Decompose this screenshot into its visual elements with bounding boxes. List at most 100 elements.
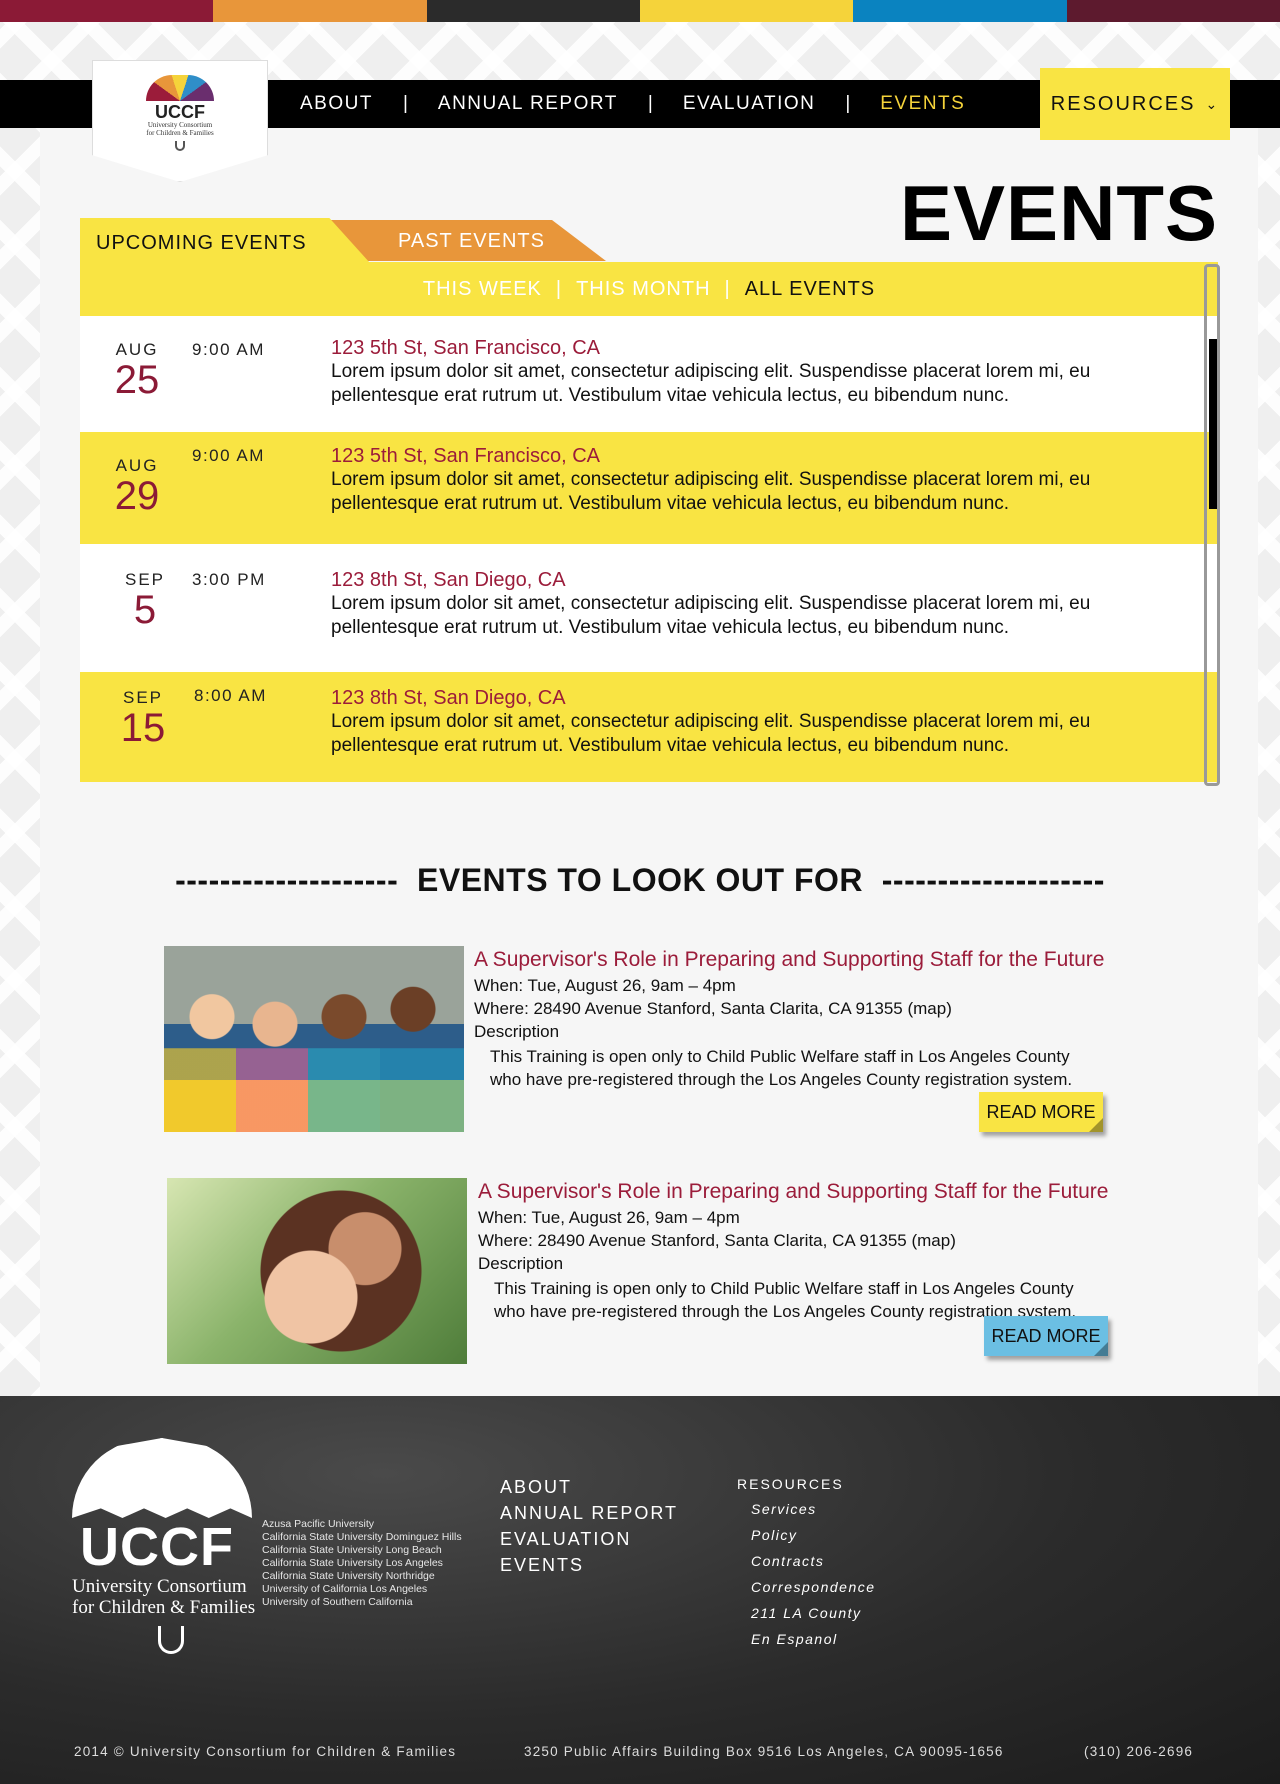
featured-event-description-label: Description (478, 1254, 564, 1273)
brand-stripe-segment (1066, 0, 1280, 22)
section-heading-lookout: -------------------- EVENTS TO LOOK OUT … (175, 862, 1105, 898)
nav-separator: | (402, 93, 408, 114)
umbrella-icon (72, 1438, 252, 1518)
footer-nav-evaluation[interactable]: EVALUATION (500, 1526, 678, 1552)
event-address[interactable]: 123 5th St, San Francisco, CA (331, 444, 1191, 468)
footer-resource-en-espanol[interactable]: En Espanol (737, 1626, 876, 1652)
nav-item-about[interactable]: ABOUT (300, 93, 373, 115)
featured-event-when: When: Tue, August 26, 9am – 4pm (474, 976, 736, 995)
nav-separator: | (647, 93, 653, 114)
event-photo (167, 1178, 467, 1364)
member-universities-list: Azusa Pacific University California Stat… (262, 1518, 462, 1609)
footer-logo-subtitle: University Consortium for Children & Fam… (72, 1576, 256, 1618)
filter-all-events[interactable]: ALL EVENTS (745, 278, 875, 301)
resources-dropdown-button[interactable]: RESOURCES ⌄ (1040, 68, 1230, 140)
read-more-button[interactable]: READ MORE (979, 1092, 1103, 1132)
event-day: 15 (120, 706, 166, 750)
event-list-scrollbar[interactable] (1204, 264, 1220, 786)
umbrella-handle-icon (158, 1626, 184, 1654)
event-date: AUG 25 (92, 340, 182, 400)
event-month: AUG (115, 340, 159, 359)
footer-resource-contracts[interactable]: Contracts (737, 1548, 876, 1574)
event-row[interactable]: SEP 5 3:00 PM 123 8th St, San Diego, CA … (80, 544, 1218, 666)
read-more-button[interactable]: READ MORE (984, 1316, 1108, 1356)
event-body: 123 8th St, San Diego, CA Lorem ipsum do… (331, 568, 1191, 640)
nav-item-evaluation[interactable]: EVALUATION (683, 93, 816, 115)
event-filter-bar: THIS WEEK | THIS MONTH | ALL EVENTS (80, 262, 1218, 316)
nav-item-annual-report[interactable]: ANNUAL REPORT (438, 93, 618, 115)
event-tabs: PAST EVENTS UPCOMING EVENTS (80, 218, 1220, 263)
event-day: 25 (114, 358, 160, 402)
footer-phone: (310) 206-2696 (1084, 1744, 1194, 1759)
footer-nav-annual-report[interactable]: ANNUAL REPORT (500, 1500, 678, 1526)
university-item: California State University Dominguez Hi… (262, 1531, 462, 1543)
event-date: AUG 29 (92, 456, 182, 516)
featured-event-description: This Training is open only to Child Publ… (490, 1047, 1073, 1089)
footer-resource-211-la-county[interactable]: 211 LA County (737, 1600, 876, 1626)
site-footer: UCCF University Consortium for Children … (0, 1396, 1280, 1784)
logo-subtitle: University Consortium for Children & Fam… (146, 121, 214, 137)
event-time: 3:00 PM (192, 570, 266, 589)
event-month: SEP (122, 688, 164, 707)
footer-nav: ABOUT ANNUAL REPORT EVALUATION EVENTS (500, 1474, 678, 1578)
event-description: Lorem ipsum dolor sit amet, consectetur … (331, 361, 1091, 406)
umbrella-icon (146, 75, 214, 101)
event-date: SEP 15 (98, 688, 188, 748)
brand-color-stripe (0, 0, 1280, 22)
university-item: California State University Long Beach (262, 1544, 442, 1556)
featured-event-info: A Supervisor's Role in Preparing and Sup… (478, 1178, 1158, 1323)
brand-stripe-segment (0, 0, 214, 22)
filter-separator: | (724, 277, 731, 300)
footer-resource-policy[interactable]: Policy (737, 1522, 876, 1548)
event-description: Lorem ipsum dolor sit amet, consectetur … (331, 469, 1091, 514)
featured-event-when: When: Tue, August 26, 9am – 4pm (478, 1208, 740, 1227)
event-row[interactable]: SEP 15 8:00 AM 123 8th St, San Diego, CA… (80, 672, 1218, 782)
university-item: California State University Los Angeles (262, 1557, 443, 1569)
footer-logo[interactable]: UCCF University Consortium for Children … (72, 1438, 262, 1654)
event-time: 9:00 AM (192, 340, 265, 359)
resources-label: RESOURCES (1050, 92, 1196, 115)
featured-event-card: A Supervisor's Role in Preparing and Sup… (164, 1178, 1144, 1368)
event-row[interactable]: AUG 25 9:00 AM 123 5th St, San Francisco… (80, 316, 1218, 432)
featured-event-title[interactable]: A Supervisor's Role in Preparing and Sup… (478, 1178, 1158, 1206)
event-description: Lorem ipsum dolor sit amet, consectetur … (331, 711, 1091, 756)
event-address[interactable]: 123 8th St, San Diego, CA (331, 686, 1191, 710)
tab-upcoming-events[interactable]: UPCOMING EVENTS (80, 218, 370, 263)
footer-nav-events[interactable]: EVENTS (500, 1552, 678, 1578)
event-address[interactable]: 123 8th St, San Diego, CA (331, 568, 1191, 592)
featured-event-card: A Supervisor's Role in Preparing and Sup… (164, 946, 1144, 1136)
event-photo (164, 946, 464, 1132)
event-body: 123 5th St, San Francisco, CA Lorem ipsu… (331, 444, 1191, 516)
scrollbar-thumb[interactable] (1209, 339, 1217, 509)
university-item: California State University Northridge (262, 1570, 435, 1582)
event-time: 8:00 AM (194, 686, 267, 705)
footer-nav-about[interactable]: ABOUT (500, 1474, 678, 1500)
featured-event-where: Where: 28490 Avenue Stanford, Santa Clar… (478, 1231, 956, 1250)
event-time: 9:00 AM (192, 446, 265, 465)
event-body: 123 8th St, San Diego, CA Lorem ipsum do… (331, 686, 1191, 758)
footer-resource-correspondence[interactable]: Correspondence (737, 1574, 876, 1600)
filter-this-month[interactable]: THIS MONTH (576, 278, 710, 301)
featured-event-where: Where: 28490 Avenue Stanford, Santa Clar… (474, 999, 952, 1018)
main-nav: ABOUT | ANNUAL REPORT | EVALUATION | EVE… (300, 80, 965, 128)
footer-resource-services[interactable]: Services (737, 1496, 876, 1522)
featured-event-title[interactable]: A Supervisor's Role in Preparing and Sup… (474, 946, 1154, 974)
event-month: AUG (115, 456, 159, 475)
footer-bottom-bar: 2014 © University Consortium for Childre… (74, 1744, 1214, 1759)
event-body: 123 5th St, San Francisco, CA Lorem ipsu… (331, 336, 1191, 408)
brand-stripe-segment (426, 0, 640, 22)
logo-wordmark: UCCF (155, 102, 205, 122)
brand-stripe-segment (639, 0, 854, 22)
filter-this-week[interactable]: THIS WEEK (423, 278, 542, 301)
copyright-text: 2014 © University Consortium for Childre… (74, 1744, 457, 1759)
event-day: 5 (133, 588, 157, 632)
umbrella-handle-icon (175, 141, 185, 151)
filter-separator: | (555, 277, 563, 300)
event-row[interactable]: AUG 29 9:00 AM 123 5th St, San Francisco… (80, 432, 1218, 544)
nav-item-events[interactable]: EVENTS (880, 93, 965, 115)
event-day: 29 (114, 474, 160, 518)
university-item: Azusa Pacific University (262, 1518, 375, 1530)
event-description: Lorem ipsum dolor sit amet, consectetur … (331, 593, 1091, 638)
brand-stripe-segment (853, 0, 1067, 22)
event-address[interactable]: 123 5th St, San Francisco, CA (331, 336, 1191, 360)
